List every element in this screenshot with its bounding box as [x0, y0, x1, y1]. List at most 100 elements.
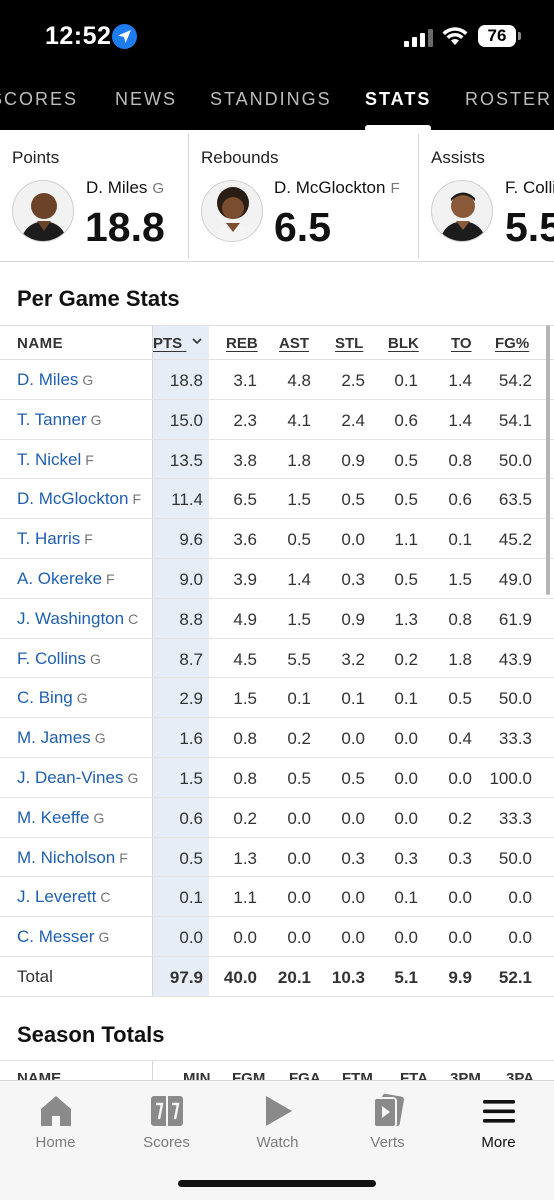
table-row: T. Nickel F 13.5 3.8 1.8 0.9 0.5 0.8 50.0 [0, 439, 554, 480]
home-indicator [178, 1180, 376, 1187]
stat-cell-ast: 1.4 [287, 569, 311, 589]
name-cell: D. McGlockton F [0, 479, 153, 519]
stat-cell-reb: 40.0 [223, 967, 257, 987]
player-name-link[interactable]: T. Harris F [17, 529, 93, 549]
stat-cell-pts: 1.5 [179, 768, 203, 788]
player-name-link[interactable]: C. Messer G [17, 927, 109, 947]
column-header-pts[interactable]: PTS [153, 335, 202, 352]
player-name-link[interactable]: M. Keeffe G [17, 808, 104, 828]
stat-cell-pts: 0.0 [179, 928, 203, 948]
stat-cell-ast: 20.1 [277, 967, 311, 987]
stat-cell-to: 0.4 [448, 729, 472, 749]
player-position: F [132, 491, 142, 508]
stat-cell-blk: 1.3 [394, 609, 418, 629]
stat-cell-pts: 8.8 [179, 609, 203, 629]
tab-roster[interactable]: ROSTER [465, 89, 552, 110]
player-name: D. McGlockton [17, 489, 129, 509]
chevron-down-icon [192, 338, 202, 345]
player-name-link[interactable]: T. Tanner G [17, 410, 102, 430]
nav-watch[interactable]: Watch [222, 1081, 333, 1161]
column-header-name: NAME [17, 335, 64, 352]
stat-cell-ast: 0.0 [287, 888, 311, 908]
nav-verts[interactable]: Verts [332, 1081, 443, 1161]
nav-more[interactable]: More [443, 1081, 554, 1161]
nav-scores[interactable]: Scores [111, 1081, 222, 1161]
stat-cell-pts: 1.6 [179, 729, 203, 749]
leader-card-rebounds[interactable]: Rebounds D. McGlockton F 6.5 [201, 134, 417, 258]
tab-stats[interactable]: STATS [365, 89, 431, 110]
player-name-link[interactable]: F. Collins G [17, 649, 101, 669]
stat-cell-pts: 13.5 [169, 450, 203, 470]
stat-cell-pts: 15.0 [169, 410, 203, 430]
stat-cell-reb: 0.8 [233, 768, 257, 788]
player-name: J. Dean-Vines [17, 767, 124, 787]
stat-cell-blk: 0.5 [394, 569, 418, 589]
tab-standings[interactable]: STANDINGS [210, 89, 332, 110]
column-header-ast[interactable]: AST [279, 335, 309, 352]
player-name-link[interactable]: M. Nicholson F [17, 848, 128, 868]
name-cell: T. Harris F [0, 519, 153, 558]
player-name-link[interactable]: J. Dean-Vines G [17, 768, 138, 788]
tab-scores[interactable]: SCORES [0, 89, 78, 110]
cellular-signal-icon [404, 29, 433, 47]
stat-cell-fg-pct: 50.0 [498, 689, 532, 709]
name-cell: M. Keeffe G [0, 797, 153, 837]
leader-divider [418, 134, 419, 258]
stat-cell-blk: 0.0 [394, 768, 418, 788]
leader-value: 18.8 [85, 204, 165, 250]
name-cell: C. Messer G [0, 917, 153, 956]
stat-cell-stl: 0.0 [341, 928, 365, 948]
stat-cell-pts: 9.6 [179, 530, 203, 550]
stat-cell-reb: 4.5 [233, 649, 257, 669]
stat-cell-ast: 0.2 [287, 729, 311, 749]
player-name: T. Tanner [17, 409, 87, 429]
player-name-link[interactable]: C. Bing G [17, 688, 88, 708]
stat-cell-stl: 3.2 [341, 649, 365, 669]
name-cell: T. Tanner G [0, 399, 153, 439]
stat-cell-pts: 9.0 [179, 569, 203, 589]
stat-cell-pts: 97.9 [169, 967, 203, 987]
player-name-link[interactable]: M. James G [17, 728, 106, 748]
leader-value: 6.5 [274, 204, 331, 250]
player-name-link[interactable]: D. Miles G [17, 370, 93, 390]
stat-cell-reb: 0.8 [233, 729, 257, 749]
player-name-link[interactable]: A. Okereke F [17, 569, 115, 589]
stat-cell-pts: 11.4 [171, 490, 203, 510]
stat-cell-ast: 0.5 [287, 530, 311, 550]
stat-cell-reb: 4.9 [233, 609, 257, 629]
player-position: F [119, 849, 128, 866]
player-name: M. Keeffe [17, 807, 90, 827]
season-totals-title: Season Totals [17, 1022, 165, 1047]
column-header-fg-pct[interactable]: FG% [495, 335, 529, 352]
per-game-stats-title: Per Game Stats [17, 286, 180, 311]
stat-cell-pts: 8.7 [179, 649, 203, 669]
total-label: Total [17, 966, 53, 986]
stat-cell-stl: 0.0 [341, 808, 365, 828]
nav-label: Home [35, 1134, 76, 1151]
table-row: J. Leverett C 0.1 1.1 0.0 0.0 0.1 0.0 0.0 [0, 877, 554, 918]
stat-cell-pts: 0.1 [179, 888, 203, 908]
column-header-to[interactable]: TO [451, 335, 472, 352]
player-name-link[interactable]: D. McGlockton F [17, 489, 141, 509]
player-avatar [431, 180, 493, 242]
play-icon [266, 1096, 292, 1126]
leader-position: G [152, 180, 165, 197]
stat-cell-stl: 0.0 [341, 530, 365, 550]
player-name-link[interactable]: J. Leverett C [17, 887, 111, 907]
player-name-link[interactable]: J. Washington C [17, 609, 138, 629]
table-row: C. Bing G 2.9 1.5 0.1 0.1 0.1 0.5 50.0 [0, 678, 554, 719]
player-position: G [127, 769, 139, 786]
column-header-blk[interactable]: BLK [388, 335, 419, 352]
leader-card-points[interactable]: Points D. Miles G 18.8 [12, 134, 188, 258]
table-row: C. Messer G 0.0 0.0 0.0 0.0 0.0 0.0 0.0 [0, 917, 554, 957]
player-name-link[interactable]: T. Nickel F [17, 450, 94, 470]
leader-position: F [390, 180, 400, 197]
tab-news[interactable]: NEWS [115, 89, 177, 110]
stat-cell-to: 0.6 [448, 490, 472, 510]
name-cell: J. Washington C [0, 598, 153, 638]
column-header-stl[interactable]: STL [335, 335, 363, 352]
nav-home[interactable]: Home [0, 1081, 111, 1161]
stat-cell-reb: 0.2 [233, 808, 257, 828]
column-header-reb[interactable]: REB [226, 335, 258, 352]
leader-card-assists[interactable]: Assists F. CollinsG 5.5 [431, 134, 554, 258]
